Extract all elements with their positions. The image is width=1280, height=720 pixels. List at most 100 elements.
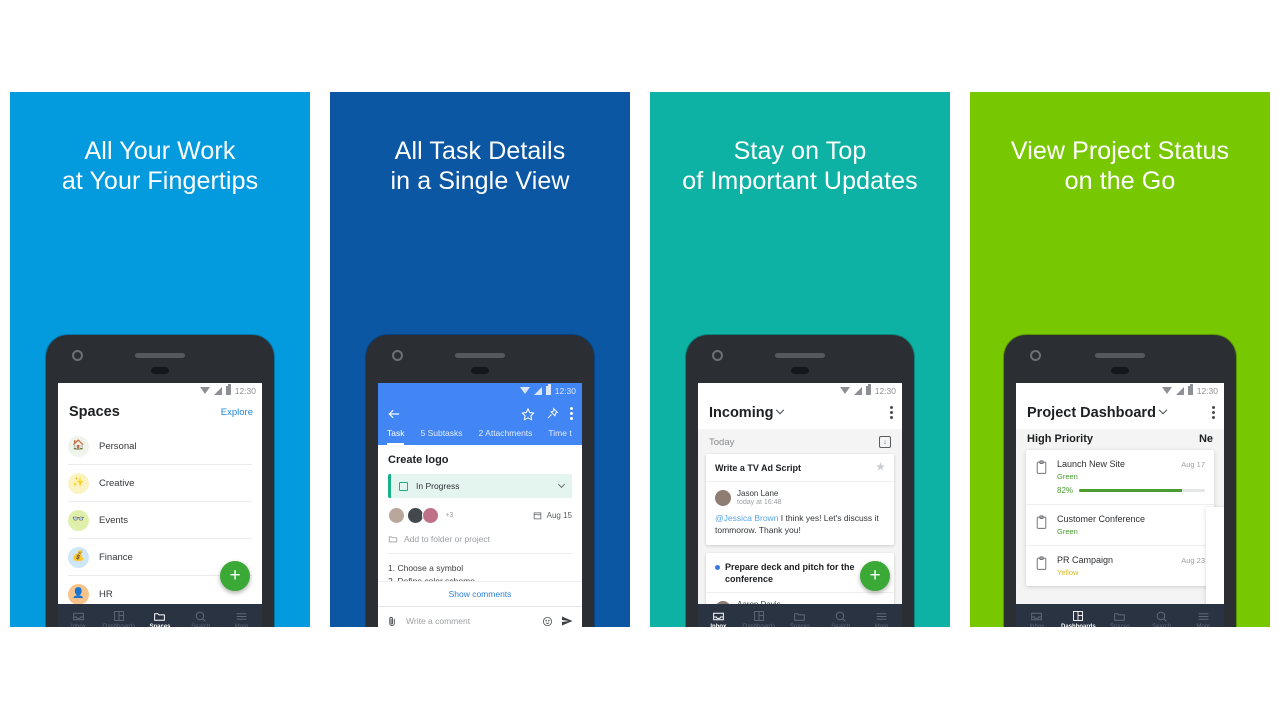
send-icon[interactable] — [561, 615, 573, 627]
camera-icon — [392, 350, 403, 361]
headline-line-1: View Project Status — [1010, 137, 1230, 165]
app-bar: Incoming — [698, 398, 902, 429]
page-title: Spaces — [69, 404, 120, 420]
dashboard-icon — [99, 610, 140, 623]
nav-item-spaces[interactable]: Spaces — [780, 610, 821, 627]
task-info: PR Campaign Aug 23 Yellow — [1057, 555, 1205, 577]
speaker-grille — [135, 353, 185, 358]
card-title: Write a TV Ad Script — [715, 463, 802, 473]
avatar[interactable] — [422, 507, 440, 524]
progress-label: 82% — [1057, 486, 1074, 495]
show-comments-button[interactable]: Show comments — [378, 581, 582, 606]
column-title-high-priority: High Priority — [1027, 433, 1094, 445]
star-icon[interactable] — [521, 407, 535, 421]
house-icon: 🏠 — [68, 435, 89, 457]
sparkle-icon: ✨ — [68, 472, 89, 494]
nav-item-dashboards[interactable]: Dashboards — [1058, 610, 1100, 627]
folder-icon — [780, 610, 821, 623]
author-row: Jason Lane today at 16:48 — [715, 489, 885, 506]
update-card[interactable]: Write a TV Ad Script ★ Jason Lane today … — [706, 454, 894, 545]
checkbox-icon[interactable] — [399, 481, 408, 491]
tab-time-tracking[interactable]: Time t — [548, 428, 571, 445]
headline-line-2: of Important Updates — [682, 167, 918, 195]
unread-dot-icon — [715, 564, 720, 570]
task-name: Customer Conference — [1057, 514, 1146, 524]
mention[interactable]: @Jessica Brown — [715, 513, 778, 523]
task-info: Customer Conference Green — [1057, 514, 1205, 536]
headline-line-2: on the Go — [1064, 167, 1176, 195]
speaker-grille — [455, 353, 505, 358]
nav-item-spaces[interactable]: Spaces — [1099, 610, 1141, 627]
task-status-selector[interactable]: In Progress — [388, 474, 572, 498]
archive-icon[interactable]: ↓ — [879, 436, 891, 448]
nav-item-dashboards[interactable]: Dashboards — [99, 610, 140, 627]
sensor — [471, 367, 489, 374]
nav-item-search[interactable]: Search — [1141, 610, 1183, 627]
attachment-icon[interactable] — [387, 616, 398, 627]
promo-panel-view-project-status: View Project Status on the Go 12:30 Proj — [970, 92, 1270, 627]
nav-item-more[interactable]: More — [861, 610, 902, 627]
add-button[interactable]: + — [860, 561, 890, 591]
phone-screen: 12:30 Project Dashboard High Priority Ne — [1016, 383, 1224, 627]
tab-subtasks[interactable]: 5 Subtasks — [420, 428, 462, 445]
more-options-icon[interactable] — [890, 404, 893, 421]
add-to-folder-button[interactable]: Add to folder or project — [388, 534, 572, 544]
comment-input[interactable]: Write a comment — [406, 616, 534, 626]
status-badge: Green — [1057, 527, 1078, 536]
chevron-down-icon — [1158, 405, 1168, 414]
emoji-icon[interactable] — [542, 616, 553, 627]
headline-line-2: at Your Fingertips — [61, 167, 259, 195]
more-options-icon[interactable] — [1212, 404, 1215, 421]
nav-item-inbox[interactable]: Inbox — [58, 610, 99, 627]
back-icon[interactable] — [387, 407, 401, 421]
moneybag-icon: 💰 — [68, 546, 89, 568]
nav-label: More — [1196, 623, 1210, 628]
more-options-icon[interactable] — [570, 405, 573, 422]
star-icon[interactable]: ★ — [876, 462, 885, 474]
nav-item-more[interactable]: More — [221, 610, 262, 627]
tab-task[interactable]: Task — [387, 428, 405, 445]
column-headers: High Priority Ne — [1016, 429, 1224, 450]
nav-item-inbox[interactable]: Inbox — [1016, 610, 1058, 627]
nav-item-more[interactable]: More — [1182, 610, 1224, 628]
battery-icon — [865, 384, 871, 395]
panel-headline: All Task Details in a Single View — [330, 136, 630, 196]
avatar[interactable] — [388, 507, 405, 524]
bottom-navigation: Inbox Dashboards Spaces Search More — [698, 604, 902, 627]
phone-screen: 12:30 Spaces Explore 🏠 Personal ✨ Creati… — [58, 383, 262, 627]
list-item[interactable]: 🏠 Personal — [68, 428, 252, 465]
nav-item-dashboards[interactable]: Dashboards — [739, 610, 780, 627]
phone-bezel — [46, 335, 274, 383]
table-row[interactable]: PR Campaign Aug 23 Yellow — [1026, 546, 1214, 586]
explore-button[interactable]: Explore — [221, 407, 253, 418]
nav-item-spaces[interactable]: Spaces — [140, 610, 181, 627]
list-item[interactable]: ✨ Creative — [68, 465, 252, 502]
add-button[interactable]: + — [220, 561, 250, 591]
nav-item-search[interactable]: Search — [180, 610, 221, 627]
phone-screen: 12:30 Task 5 Subtasks 2 Attachments Time… — [378, 383, 582, 627]
list-item-label: HR — [99, 588, 113, 600]
glasses-icon: 👓 — [68, 509, 89, 531]
chevron-down-icon — [557, 480, 566, 489]
task-header: PR Campaign Aug 23 — [1057, 555, 1205, 565]
due-date[interactable]: Aug 15 — [533, 511, 572, 520]
progress-bar — [1079, 489, 1205, 492]
pin-icon[interactable] — [546, 407, 559, 420]
task-name: Launch New Site — [1057, 459, 1126, 469]
page-title[interactable]: Incoming — [709, 405, 785, 421]
page-title[interactable]: Project Dashboard — [1027, 405, 1168, 421]
add-to-folder-label: Add to folder or project — [404, 534, 490, 544]
spaces-list: 🏠 Personal ✨ Creative 👓 Events 💰 Finance — [58, 428, 262, 627]
space-glyph: 👓 — [72, 514, 85, 525]
status-time: 12:30 — [1196, 385, 1218, 396]
nav-item-inbox[interactable]: Inbox — [698, 610, 739, 627]
table-row[interactable]: Customer Conference Green — [1026, 505, 1214, 546]
status-time: 12:30 — [554, 385, 576, 396]
speaker-grille — [1095, 353, 1145, 358]
nav-item-search[interactable]: Search — [820, 610, 861, 627]
list-item[interactable]: 👓 Events — [68, 502, 252, 539]
task-date: Aug 23 — [1181, 556, 1205, 565]
table-row[interactable]: Launch New Site Aug 17 Green 82% — [1026, 450, 1214, 505]
tab-attachments[interactable]: 2 Attachments — [479, 428, 533, 445]
bottom-navigation: Inbox Dashboards Spaces Search More — [1016, 604, 1224, 627]
